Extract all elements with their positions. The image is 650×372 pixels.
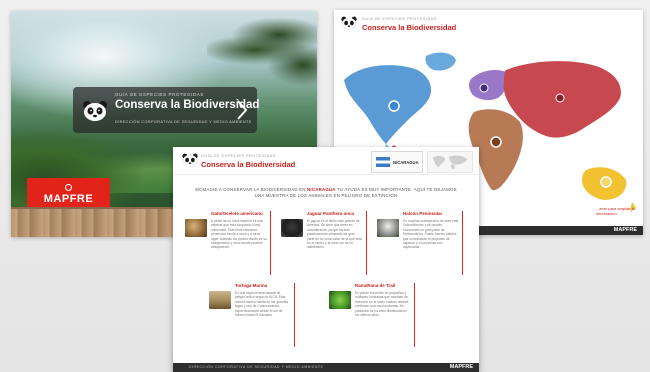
- species-page: GUÍA DE ESPECIES PROTEGIDAS Conserva la …: [173, 147, 479, 372]
- marker-asia[interactable]: [555, 93, 565, 103]
- species-card[interactable]: Jaguar Panthera onca El jaguar es el fel…: [281, 211, 367, 275]
- species-card[interactable]: Rana/Rana de Trail Es puede encontrar en…: [329, 283, 415, 347]
- cover-subtitle: DIRECCIÓN CORPORATIVA DE SEGURIDAD Y MED…: [115, 120, 252, 124]
- species-name: Gato/Ocelote americano: [211, 211, 263, 216]
- marker-europe[interactable]: [479, 83, 489, 93]
- species-divider: [270, 211, 271, 275]
- map-footer-brand: MAPFRE: [613, 227, 637, 233]
- species-description: Es puede encontrar en pequeñas y múltipl…: [355, 291, 409, 318]
- species-description: El jaguar es el felino más grande de Amé…: [307, 219, 362, 250]
- species-page-footer: DIRECCIÓN CORPORATIVA DE SEGURIDAD Y MED…: [173, 363, 479, 372]
- chevron-right-icon[interactable]: [235, 99, 249, 121]
- species-name: Tortuga Marina: [235, 283, 268, 288]
- cover-kicker: GUÍA DE ESPECIES PROTEGIDAS: [115, 92, 204, 97]
- species-divider: [462, 211, 463, 275]
- map-page-header: GUÍA DE ESPECIES PROTEGIDAS Conserva la …: [334, 10, 643, 38]
- species-description: A pesar de su línea superior es una espe…: [211, 219, 267, 250]
- frog-photo: [329, 291, 351, 309]
- species-divider: [366, 211, 367, 275]
- mapfre-logo-text: MAPFRE: [43, 193, 94, 205]
- ocelot-photo: [185, 219, 207, 237]
- marker-africa[interactable]: [490, 136, 502, 148]
- intro-text: MCMAGIE A CONSERVAR LA BIODIVERSIDAD EN …: [193, 187, 459, 199]
- map-caption: ...ento para ampliar la información: [596, 206, 635, 216]
- mapfre-emblem-icon: [65, 184, 72, 191]
- marker-oceania[interactable]: [600, 176, 612, 188]
- species-card[interactable]: Halcón Peninsular En muchas subespecies …: [377, 211, 463, 275]
- map-title: Conserva la Biodiversidad: [362, 23, 457, 32]
- species-divider: [414, 283, 415, 347]
- intro-prefix: MCMAGIE A CONSERVAR LA BIODIVERSIDAD EN: [195, 187, 306, 192]
- species-name: Jaguar Panthera onca: [307, 211, 355, 216]
- turtle-photo: [209, 291, 231, 309]
- footer-brand: MAPFRE: [449, 364, 473, 370]
- species-divider: [294, 283, 295, 347]
- mini-world-map[interactable]: [427, 151, 473, 173]
- jaguar-photo: [281, 219, 303, 237]
- species-kicker: GUÍA DE ESPECIES PROTEGIDAS: [201, 154, 276, 158]
- species-description: En muchas subespecies de aves este Falco…: [403, 219, 459, 250]
- species-page-header: GUÍA DE ESPECIES PROTEGIDAS Conserva la …: [173, 147, 479, 175]
- nicaragua-flag-icon: [376, 157, 390, 167]
- species-card[interactable]: Tortuga Marina Es una especie amenazada …: [209, 283, 295, 347]
- cover-title-banner[interactable]: GUÍA DE ESPECIES PROTEGIDAS Conserva la …: [73, 87, 259, 133]
- panda-icon: [83, 101, 107, 121]
- footer-org: DIRECCIÓN CORPORATIVA DE SEGURIDAD Y MED…: [189, 365, 324, 369]
- eagle-photo: [377, 219, 399, 237]
- intro-country-highlight: NICARAGUA: [307, 187, 336, 192]
- region-greenland: [425, 52, 456, 71]
- species-title: Conserva la Biodiversidad: [201, 160, 296, 169]
- palm-leaves: [207, 11, 317, 155]
- species-name: Rana/Rana de Trail: [355, 283, 396, 288]
- species-description: Es una especie amenazada de peligro crít…: [235, 291, 289, 318]
- country-tab[interactable]: NICARAGUA: [371, 151, 423, 173]
- region-north-america[interactable]: [344, 65, 432, 144]
- region-europe[interactable]: [469, 70, 508, 101]
- panda-icon: [341, 16, 357, 30]
- map-kicker: GUÍA DE ESPECIES PROTEGIDAS: [362, 17, 437, 21]
- country-name: NICARAGUA: [393, 160, 419, 165]
- species-name: Halcón Peninsular: [403, 211, 443, 216]
- panda-icon: [182, 153, 198, 167]
- marker-north-america[interactable]: [388, 100, 400, 112]
- species-card[interactable]: Gato/Ocelote americano A pesar de su lín…: [185, 211, 271, 275]
